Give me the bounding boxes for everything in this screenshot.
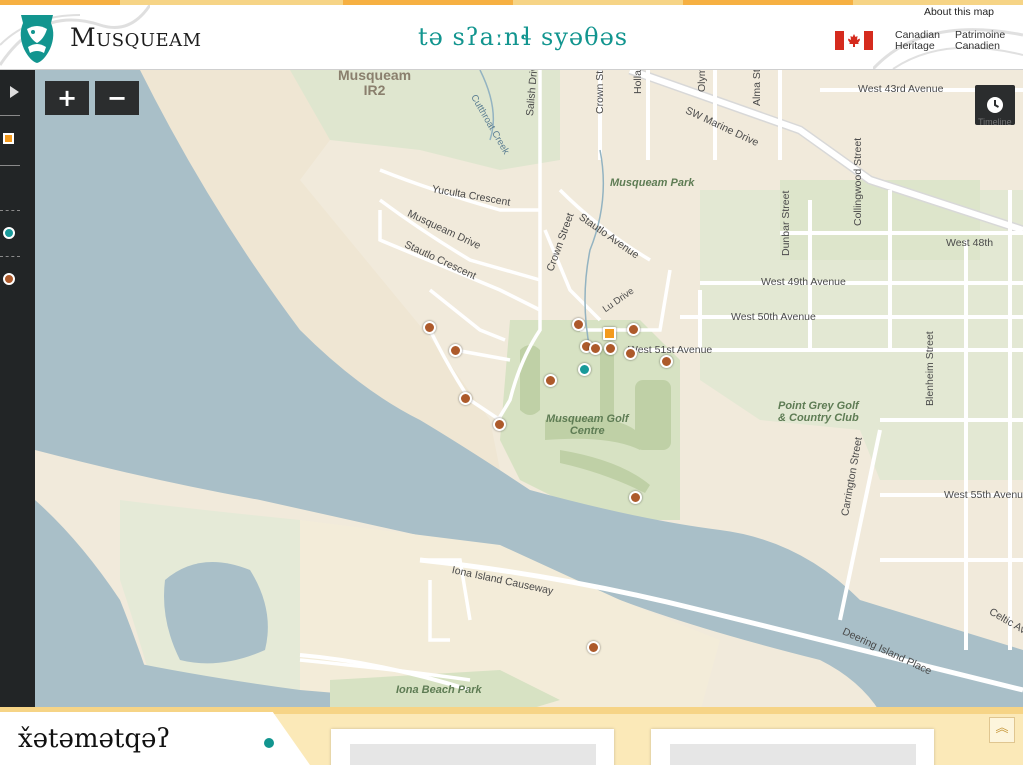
- musqueam-emblem-icon[interactable]: [18, 13, 56, 63]
- map-marker-brown[interactable]: [544, 374, 557, 387]
- map-marker-brown[interactable]: [493, 418, 506, 431]
- map-marker-brown[interactable]: [423, 321, 436, 334]
- map-marker-brown[interactable]: [629, 491, 642, 504]
- heritage-en-line2: Heritage: [895, 40, 935, 52]
- canadian-heritage-text: Canadian Heritage: [895, 30, 940, 52]
- map-label-crown-street-2: Crown Street: [594, 70, 606, 114]
- teal-dot-icon: [264, 738, 274, 748]
- map-label-dunbar: Dunbar Street: [780, 190, 792, 256]
- sidebar-divider: [0, 165, 20, 166]
- map-label-w55: West 55th Avenue: [944, 489, 1023, 501]
- site-title: tə sʔaːnɬ syəθəs: [418, 23, 629, 51]
- map-marker-brown[interactable]: [589, 342, 602, 355]
- logo-wordmark[interactable]: Musqueam: [70, 23, 202, 52]
- sidebar-divider: [0, 115, 20, 116]
- map-marker-brown[interactable]: [459, 392, 472, 405]
- map-label-collingwood: Collingwood Street: [852, 137, 864, 226]
- point-grey-line2: & Country Club: [778, 412, 859, 424]
- bottom-panel: x̌ətəmətqəʔ ︽: [0, 707, 1023, 765]
- play-icon[interactable]: [10, 86, 19, 98]
- map-marker-teal[interactable]: [578, 363, 591, 376]
- map-label-holland: Holland: [632, 70, 644, 94]
- story-card-thumbnail: [350, 744, 596, 765]
- map-label-golf-centre: Musqueam Golf Centre: [546, 413, 629, 437]
- legend-sidebar: [0, 70, 35, 712]
- brown-dot-icon[interactable]: [3, 273, 15, 285]
- bottom-panel-title: x̌ətəmətqəʔ: [18, 724, 171, 754]
- map-marker-brown[interactable]: [587, 641, 600, 654]
- golf-line1: Musqueam Golf: [546, 413, 629, 425]
- map-label-w48: West 48th: [946, 237, 994, 249]
- map-marker-orange-square[interactable]: [603, 327, 616, 340]
- map-label-point-grey: Point Grey Golf & Country Club: [778, 400, 859, 424]
- golf-line2: Centre: [569, 425, 605, 437]
- map-label-reserve: Musqueam IR2: [338, 70, 411, 98]
- canada-flag-icon: [835, 31, 873, 50]
- map-marker-brown[interactable]: [572, 318, 585, 331]
- zoom-in-button[interactable]: +: [45, 81, 89, 115]
- timeline-label: Timeline: [978, 117, 1012, 127]
- map-basemap: [0, 70, 1023, 712]
- reserve-line2: IR2: [363, 82, 386, 98]
- story-card-thumbnail: [670, 744, 916, 765]
- map-label-blenheim: Blenheim Street: [924, 331, 936, 406]
- about-map-link[interactable]: About this map: [920, 6, 997, 18]
- map-marker-brown[interactable]: [627, 323, 640, 336]
- teal-dot-icon[interactable]: [3, 227, 15, 239]
- double-chevron-up-icon[interactable]: ︽: [989, 717, 1015, 743]
- point-grey-line1: Point Grey Golf: [778, 400, 859, 412]
- map-marker-brown[interactable]: [604, 342, 617, 355]
- header: Musqueam tə sʔaːnɬ syəθəs About this map…: [0, 5, 1023, 70]
- map-label-w49: West 49th Avenue: [761, 276, 846, 288]
- story-card[interactable]: [331, 729, 614, 765]
- orange-square-icon[interactable]: [3, 133, 14, 144]
- story-card[interactable]: [651, 729, 934, 765]
- map-marker-brown[interactable]: [660, 355, 673, 368]
- map-marker-brown[interactable]: [624, 347, 637, 360]
- patrimoine-canadien-text: Patrimoine Canadien: [955, 30, 1005, 52]
- map-label-olympic: Olympic: [696, 70, 708, 92]
- map-label-musqueam-park: Musqueam Park: [610, 177, 695, 189]
- map-label-w50: West 50th Avenue: [731, 311, 816, 323]
- zoom-out-button[interactable]: −: [95, 81, 139, 115]
- clock-icon: [987, 97, 1003, 113]
- map-label-w43: West 43rd Avenue: [858, 83, 944, 95]
- sidebar-divider-dashed: [0, 256, 20, 257]
- map-label-iona-beach: Iona Beach Park: [396, 684, 482, 696]
- map-label-w51: West 51st Avenue: [628, 344, 713, 356]
- map-canvas[interactable]: Musqueam IR2 Musqueam Park Musqueam Golf…: [0, 70, 1023, 712]
- heritage-fr-line2: Canadien: [955, 40, 1000, 52]
- map-marker-brown[interactable]: [449, 344, 462, 357]
- sidebar-divider-dashed: [0, 210, 20, 211]
- map-label-alma: Alma Street: [751, 70, 763, 106]
